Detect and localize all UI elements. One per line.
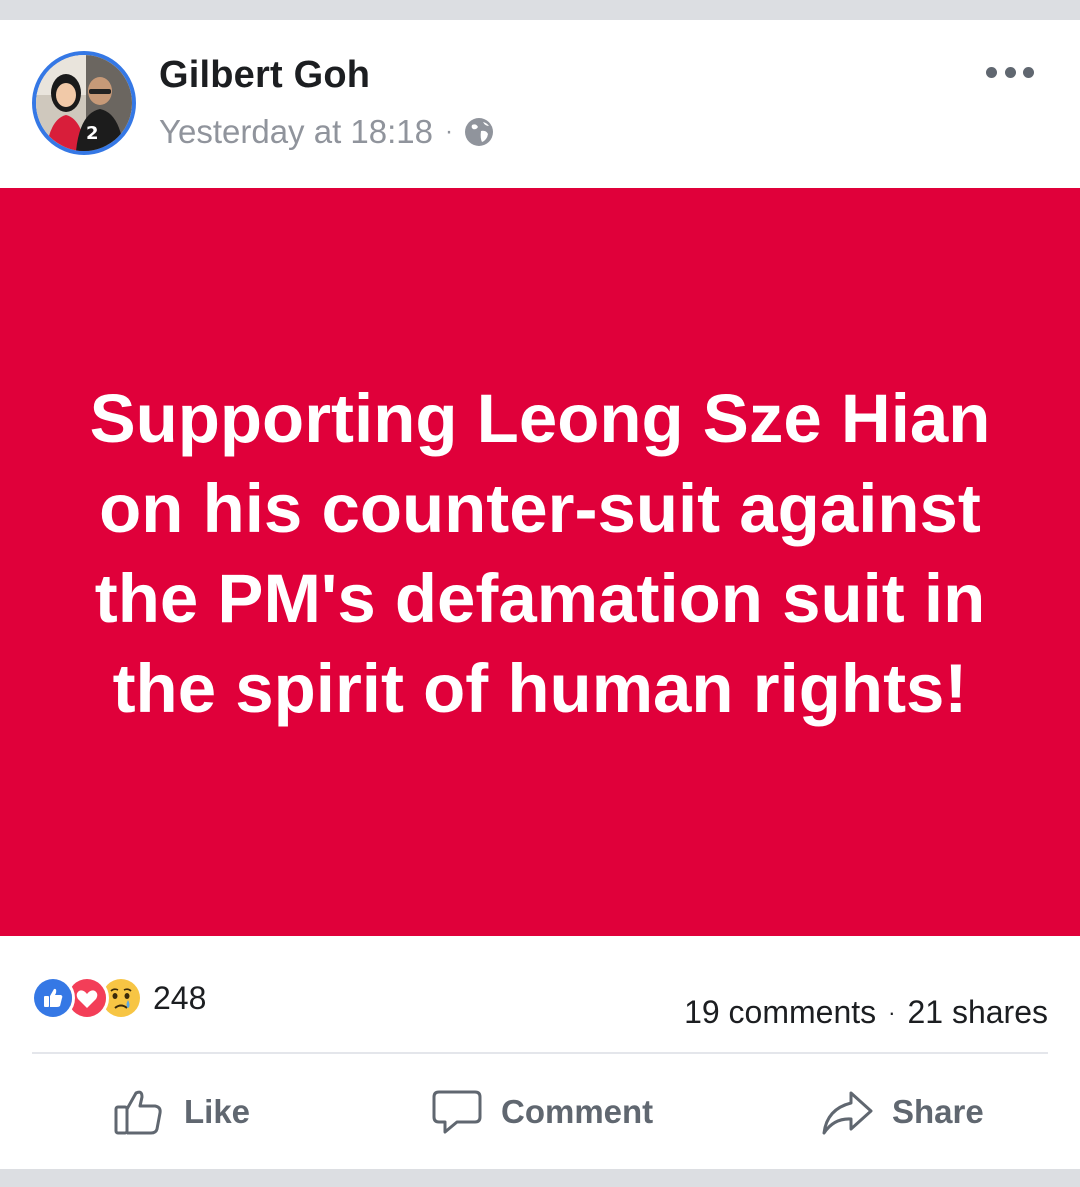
share-label: Share [892,1092,984,1130]
reactions-summary[interactable]: 248 [31,976,206,1020]
reaction-count: 248 [153,979,207,1016]
post-stats: 248 19 comments · 21 shares [0,936,1080,1052]
post-image-text: Supporting Leong Sze Hian on his counter… [89,380,991,727]
post-image[interactable]: Supporting Leong Sze Hian on his counter… [0,188,1080,936]
author-name[interactable]: Gilbert Goh [159,54,370,97]
author-avatar[interactable]: 2 [32,51,136,155]
post-card: 2 Gilbert Goh Yesterday at 18:18 · Suppo… [0,20,1080,1169]
engagement-summary: 19 comments · 21 shares [684,994,1048,1031]
share-button[interactable]: Share [820,1054,984,1169]
post-actions: Like Comment Share [0,1054,1080,1169]
comments-count[interactable]: 19 comments [684,994,876,1031]
avatar-photo: 2 [36,55,132,151]
more-dot-icon [1023,66,1034,78]
post-meta: Yesterday at 18:18 · [159,112,495,152]
like-reaction-icon [31,976,75,1020]
comment-label: Comment [501,1092,654,1130]
share-arrow-icon [820,1085,874,1139]
post-header: 2 Gilbert Goh Yesterday at 18:18 · [0,20,1080,188]
engagement-separator: · [888,999,896,1025]
post-timestamp[interactable]: Yesterday at 18:18 [159,113,433,151]
more-dot-icon [986,66,997,78]
comment-bubble-icon [431,1086,483,1138]
like-label: Like [184,1092,251,1130]
thumbs-up-icon [112,1085,166,1139]
like-button[interactable]: Like [112,1054,250,1169]
more-options-button[interactable] [986,60,1034,84]
more-dot-icon [1004,66,1016,78]
comment-button[interactable]: Comment [431,1054,653,1169]
shares-count[interactable]: 21 shares [907,994,1048,1031]
globe-icon[interactable] [463,116,495,148]
svg-text:2: 2 [86,123,99,144]
meta-separator: · [445,118,453,145]
